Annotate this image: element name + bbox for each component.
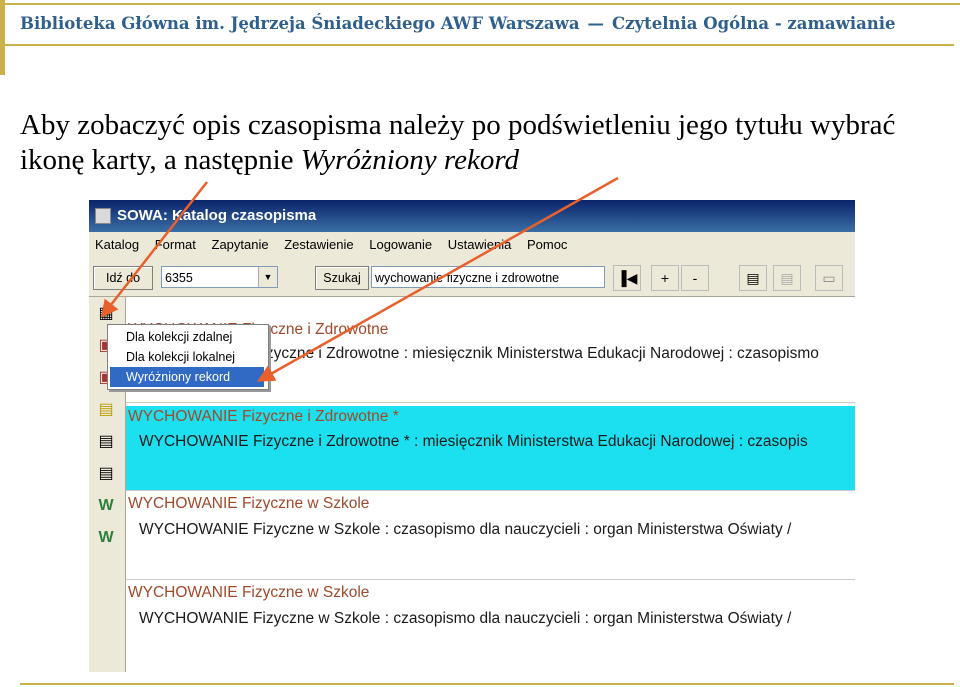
card-icon[interactable]: ▦ [95, 303, 117, 325]
menu-item-highlighted-record[interactable]: Wyróżniony rekord [110, 367, 264, 387]
menu-zestawienie[interactable]: Zestawienie [278, 232, 359, 258]
sowa-screenshot: SOWA: Katalog czasopisma Katalog Format … [89, 200, 855, 672]
minus-button[interactable]: - [681, 265, 709, 291]
toolbar: Idź do 6355 ▼ Szukaj wychowanie fizyczne… [89, 258, 855, 297]
w-document-icon[interactable]: W [95, 495, 117, 517]
document-icon[interactable]: ▤ [95, 463, 117, 485]
menubar: Katalog Format Zapytanie Zestawienie Log… [89, 232, 855, 258]
footer-rule [20, 683, 954, 685]
record-heading: WYCHOWANIE Fizyczne i Zdrowotne * [128, 408, 399, 425]
library-name: Biblioteka Główna im. Jędrzeja Śniadecki… [20, 14, 580, 33]
menu-item-local-collection[interactable]: Dla kolekcji lokalnej [110, 347, 264, 367]
open-folder-icon[interactable]: ▭ [815, 265, 843, 291]
last-record-icon[interactable]: ▐◀ [613, 265, 641, 291]
plus-button[interactable]: + [651, 265, 679, 291]
search-button[interactable]: Szukaj [315, 266, 369, 290]
goto-value: 6355 [165, 271, 193, 285]
goto-select[interactable]: 6355 ▼ [161, 266, 278, 288]
menu-katalog[interactable]: Katalog [89, 232, 145, 258]
card-context-menu: Dla kolekcji zdalnej Dla kolekcji lokaln… [107, 324, 269, 390]
record-heading: WYCHOWANIE Fizyczne w Szkole [128, 495, 370, 512]
new-card-icon[interactable]: ▤ [739, 265, 767, 291]
search-input[interactable]: wychowanie fizyczne i zdrowotne [371, 266, 605, 288]
app-icon [95, 208, 111, 225]
list-item[interactable]: WYCHOWANIE Fizyczne w Szkole WYCHOWANIE … [126, 493, 855, 573]
section-name: Czytelnia Ogólna - zamawianie [612, 14, 896, 33]
slide-header: Biblioteka Główna im. Jędrzeja Śniadecki… [20, 14, 896, 33]
top-rule [0, 3, 960, 5]
header-rule [4, 44, 954, 46]
divider [126, 402, 855, 403]
menu-format[interactable]: Format [149, 232, 202, 258]
menu-ustawienia[interactable]: Ustawienia [442, 232, 518, 258]
instruction-text: Aby zobaczyć opis czasopisma należy po p… [20, 108, 920, 178]
window-titlebar: SOWA: Katalog czasopisma [89, 200, 855, 232]
journal-icon[interactable]: ▤ [95, 399, 117, 421]
record-heading: WYCHOWANIE Fizyczne w Szkole [128, 584, 370, 601]
left-accent-bar [0, 0, 5, 75]
record-detail: WYCHOWANIE Fizyczne w Szkole : czasopism… [139, 610, 792, 627]
copy-card-icon[interactable]: ▤ [773, 265, 801, 291]
goto-button[interactable]: Idź do [93, 266, 153, 290]
divider [126, 579, 855, 580]
chevron-down-icon[interactable]: ▼ [258, 267, 277, 287]
menu-zapytanie[interactable]: Zapytanie [206, 232, 275, 258]
instruction-emphasis: Wyróżniony rekord [300, 144, 520, 176]
window-title: SOWA: Katalog czasopisma [117, 207, 317, 224]
menu-pomoc[interactable]: Pomoc [521, 232, 573, 258]
header-separator: — [587, 14, 605, 33]
menu-item-remote-collection[interactable]: Dla kolekcji zdalnej [110, 327, 264, 347]
w-document-icon[interactable]: W [95, 527, 117, 549]
document-icon[interactable]: ▤ [95, 431, 117, 453]
divider [126, 490, 855, 491]
menu-logowanie[interactable]: Logowanie [363, 232, 438, 258]
list-item[interactable]: WYCHOWANIE Fizyczne w Szkole WYCHOWANIE … [126, 582, 855, 662]
record-detail: WYCHOWANIE Fizyczne w Szkole : czasopism… [139, 521, 792, 538]
list-item-selected[interactable]: WYCHOWANIE Fizyczne i Zdrowotne * WYCHOW… [126, 406, 855, 490]
record-detail: WYCHOWANIE Fizyczne i Zdrowotne * : mies… [139, 433, 808, 450]
